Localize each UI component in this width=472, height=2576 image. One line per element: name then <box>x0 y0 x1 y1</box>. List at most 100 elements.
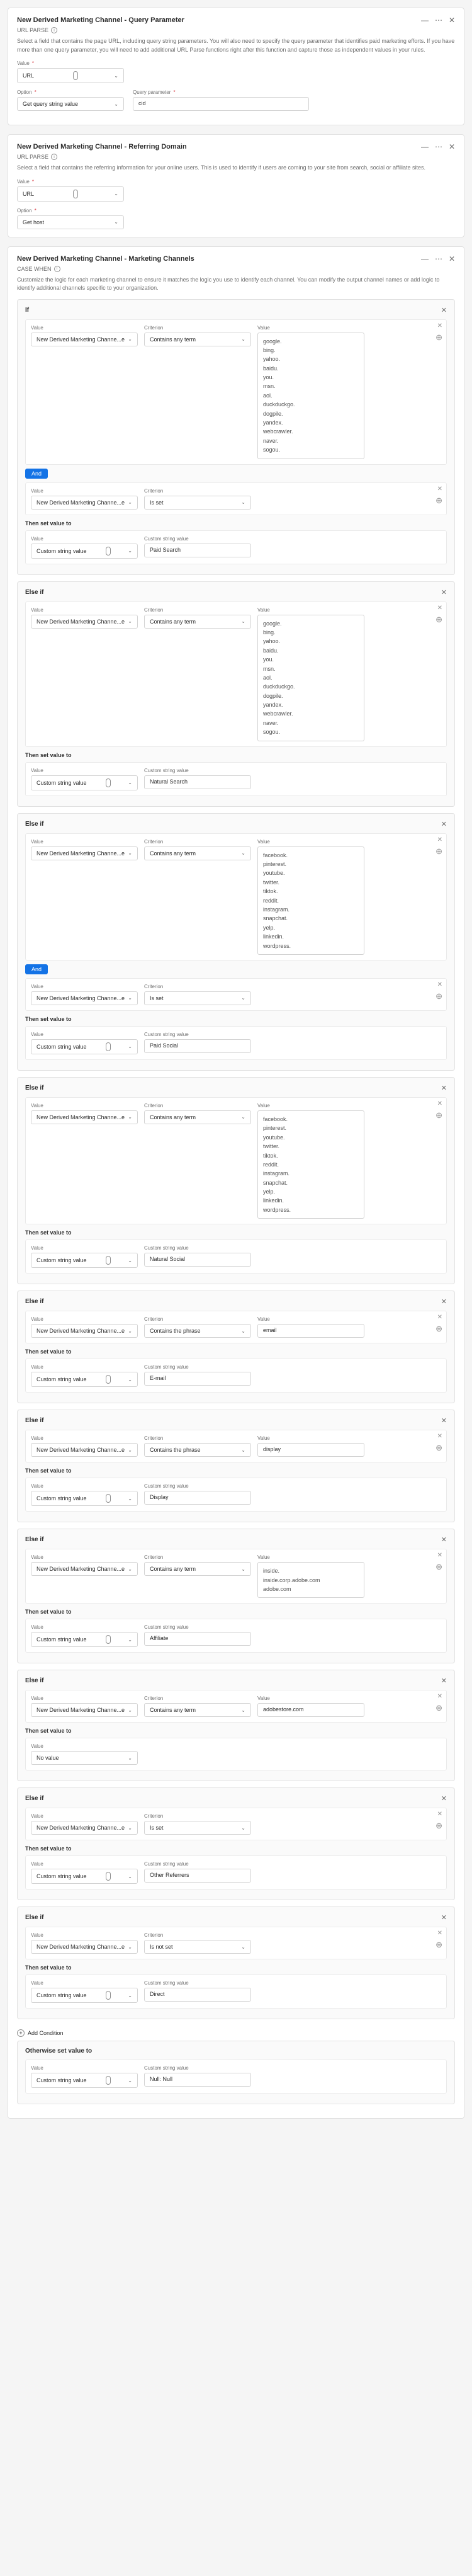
option-select[interactable]: Get query string value⌄ <box>17 97 124 111</box>
custom-value-input[interactable]: Display <box>144 1491 251 1505</box>
value-select[interactable]: New Derived Marketing Channe...e⌄ <box>31 615 138 629</box>
add-icon[interactable]: ⊕ <box>435 1562 442 1572</box>
close-icon[interactable]: ✕ <box>437 1100 442 1107</box>
custom-value-input[interactable]: Affiliate <box>144 1632 251 1646</box>
close-icon[interactable]: ✕ <box>441 1677 447 1685</box>
add-icon[interactable]: ⊕ <box>435 1703 442 1713</box>
value-select[interactable]: New Derived Marketing Channe...e⌄ <box>31 1562 138 1576</box>
value-select[interactable]: New Derived Marketing Channe...e⌄ <box>31 1940 138 1954</box>
value-select[interactable]: Custom string value⌄ <box>31 1632 138 1647</box>
more-icon[interactable]: ⋯ <box>435 16 442 25</box>
criterion-select[interactable]: Contains any term⌄ <box>144 1703 251 1717</box>
info-icon[interactable]: i <box>51 154 57 160</box>
value-select[interactable]: Custom string value⌄ <box>31 1039 138 1054</box>
custom-value-input[interactable]: Paid Social <box>144 1039 251 1053</box>
criterion-select[interactable]: Contains any term⌄ <box>144 1562 251 1576</box>
value-select[interactable]: Custom string value⌄ <box>31 1253 138 1268</box>
value-select[interactable]: Custom string value⌄ <box>31 1869 138 1884</box>
value-select[interactable]: New Derived Marketing Channe...e⌄ <box>31 1443 138 1457</box>
close-icon[interactable]: ✕ <box>437 981 442 988</box>
close-icon[interactable]: ✕ <box>441 588 447 596</box>
close-icon[interactable]: ✕ <box>441 1794 447 1803</box>
close-icon[interactable]: ✕ <box>437 1811 442 1818</box>
add-icon[interactable]: ⊕ <box>435 496 442 506</box>
value-select[interactable]: URL⌄ <box>17 68 124 83</box>
value-list[interactable]: inside. inside.corp.adobe.com adobe.com <box>257 1562 364 1598</box>
value-select[interactable]: New Derived Marketing Channe...e⌄ <box>31 846 138 860</box>
criterion-select[interactable]: Contains any term⌄ <box>144 1110 251 1124</box>
custom-value-input[interactable]: Other Referrers <box>144 1869 251 1883</box>
value-input[interactable]: display <box>257 1443 364 1457</box>
close-icon[interactable]: ✕ <box>441 820 447 828</box>
value-select[interactable]: Custom string value⌄ <box>31 1372 138 1387</box>
close-icon[interactable]: ✕ <box>437 605 442 612</box>
value-select[interactable]: New Derived Marketing Channe...e⌄ <box>31 1821 138 1835</box>
custom-value-input[interactable]: Natural Search <box>144 775 251 789</box>
value-select[interactable]: New Derived Marketing Channe...e⌄ <box>31 333 138 346</box>
add-icon[interactable]: ⊕ <box>435 1940 442 1950</box>
more-icon[interactable]: ⋯ <box>435 254 442 263</box>
criterion-select[interactable]: Contains any term⌄ <box>144 615 251 629</box>
value-select[interactable]: No value⌄ <box>31 1751 138 1765</box>
custom-value-input[interactable]: E-mail <box>144 1372 251 1386</box>
add-icon[interactable]: ⊕ <box>435 846 442 857</box>
criterion-select[interactable]: Is set⌄ <box>144 991 251 1005</box>
value-select[interactable]: Custom string value⌄ <box>31 2073 138 2088</box>
close-icon[interactable]: ✕ <box>441 1297 447 1306</box>
close-icon[interactable]: ✕ <box>437 1552 442 1559</box>
close-icon[interactable]: ✕ <box>437 836 442 843</box>
value-select[interactable]: Custom string value⌄ <box>31 1988 138 2003</box>
custom-value-input[interactable]: Natural Social <box>144 1253 251 1267</box>
and-button[interactable]: And <box>25 964 48 974</box>
criterion-select[interactable]: Contains the phrase⌄ <box>144 1443 251 1457</box>
close-icon[interactable]: ✕ <box>441 1913 447 1922</box>
close-icon[interactable]: ✕ <box>449 142 455 151</box>
add-icon[interactable]: ⊕ <box>435 1110 442 1120</box>
close-icon[interactable]: ✕ <box>437 1433 442 1440</box>
query-param-input[interactable]: cid <box>133 97 309 111</box>
close-icon[interactable]: ✕ <box>441 1084 447 1092</box>
add-icon[interactable]: ⊕ <box>435 615 442 625</box>
custom-value-input[interactable]: Paid Search <box>144 544 251 557</box>
close-icon[interactable]: ✕ <box>437 1930 442 1937</box>
value-select[interactable]: New Derived Marketing Channe...e⌄ <box>31 1324 138 1338</box>
value-select[interactable]: Custom string value⌄ <box>31 544 138 559</box>
option-select[interactable]: Get host⌄ <box>17 215 124 229</box>
criterion-select[interactable]: Contains the phrase⌄ <box>144 1324 251 1338</box>
value-select[interactable]: New Derived Marketing Channe...e⌄ <box>31 1703 138 1717</box>
value-select[interactable]: URL⌄ <box>17 186 124 202</box>
add-icon[interactable]: ⊕ <box>435 1443 442 1453</box>
value-list[interactable]: google. bing. yahoo. baidu. you. msn. ao… <box>257 615 364 741</box>
collapse-icon[interactable]: — <box>421 142 429 151</box>
custom-value-input[interactable]: Null: Null <box>144 2073 251 2087</box>
criterion-select[interactable]: Contains any term⌄ <box>144 846 251 860</box>
criterion-select[interactable]: Is not set⌄ <box>144 1940 251 1954</box>
add-icon[interactable]: ⊕ <box>435 991 442 1001</box>
close-icon[interactable]: ✕ <box>437 322 442 329</box>
close-icon[interactable]: ✕ <box>441 1536 447 1544</box>
close-icon[interactable]: ✕ <box>449 16 455 25</box>
value-select[interactable]: Custom string value⌄ <box>31 1491 138 1506</box>
more-icon[interactable]: ⋯ <box>435 142 442 151</box>
close-icon[interactable]: ✕ <box>437 486 442 493</box>
and-button[interactable]: And <box>25 469 48 479</box>
value-list[interactable]: facebook. pinterest. youtube. twitter. t… <box>257 846 364 955</box>
value-select[interactable]: New Derived Marketing Channe...e⌄ <box>31 1110 138 1124</box>
add-condition-button[interactable]: +Add Condition <box>17 2026 455 2041</box>
add-icon[interactable]: ⊕ <box>435 1324 442 1334</box>
value-select[interactable]: New Derived Marketing Channe...e⌄ <box>31 991 138 1005</box>
custom-value-input[interactable]: Direct <box>144 1988 251 2002</box>
value-input[interactable]: adobestore.com <box>257 1703 364 1717</box>
value-select[interactable]: Custom string value⌄ <box>31 775 138 790</box>
close-icon[interactable]: ✕ <box>441 306 447 314</box>
criterion-select[interactable]: Is set⌄ <box>144 496 251 510</box>
collapse-icon[interactable]: — <box>421 16 429 25</box>
info-icon[interactable]: i <box>51 27 57 33</box>
criterion-select[interactable]: Is set⌄ <box>144 1821 251 1835</box>
add-icon[interactable]: ⊕ <box>435 333 442 343</box>
value-input[interactable]: email <box>257 1324 364 1338</box>
criterion-select[interactable]: Contains any term⌄ <box>144 333 251 346</box>
close-icon[interactable]: ✕ <box>437 1693 442 1700</box>
close-icon[interactable]: ✕ <box>441 1416 447 1425</box>
close-icon[interactable]: ✕ <box>449 254 455 263</box>
